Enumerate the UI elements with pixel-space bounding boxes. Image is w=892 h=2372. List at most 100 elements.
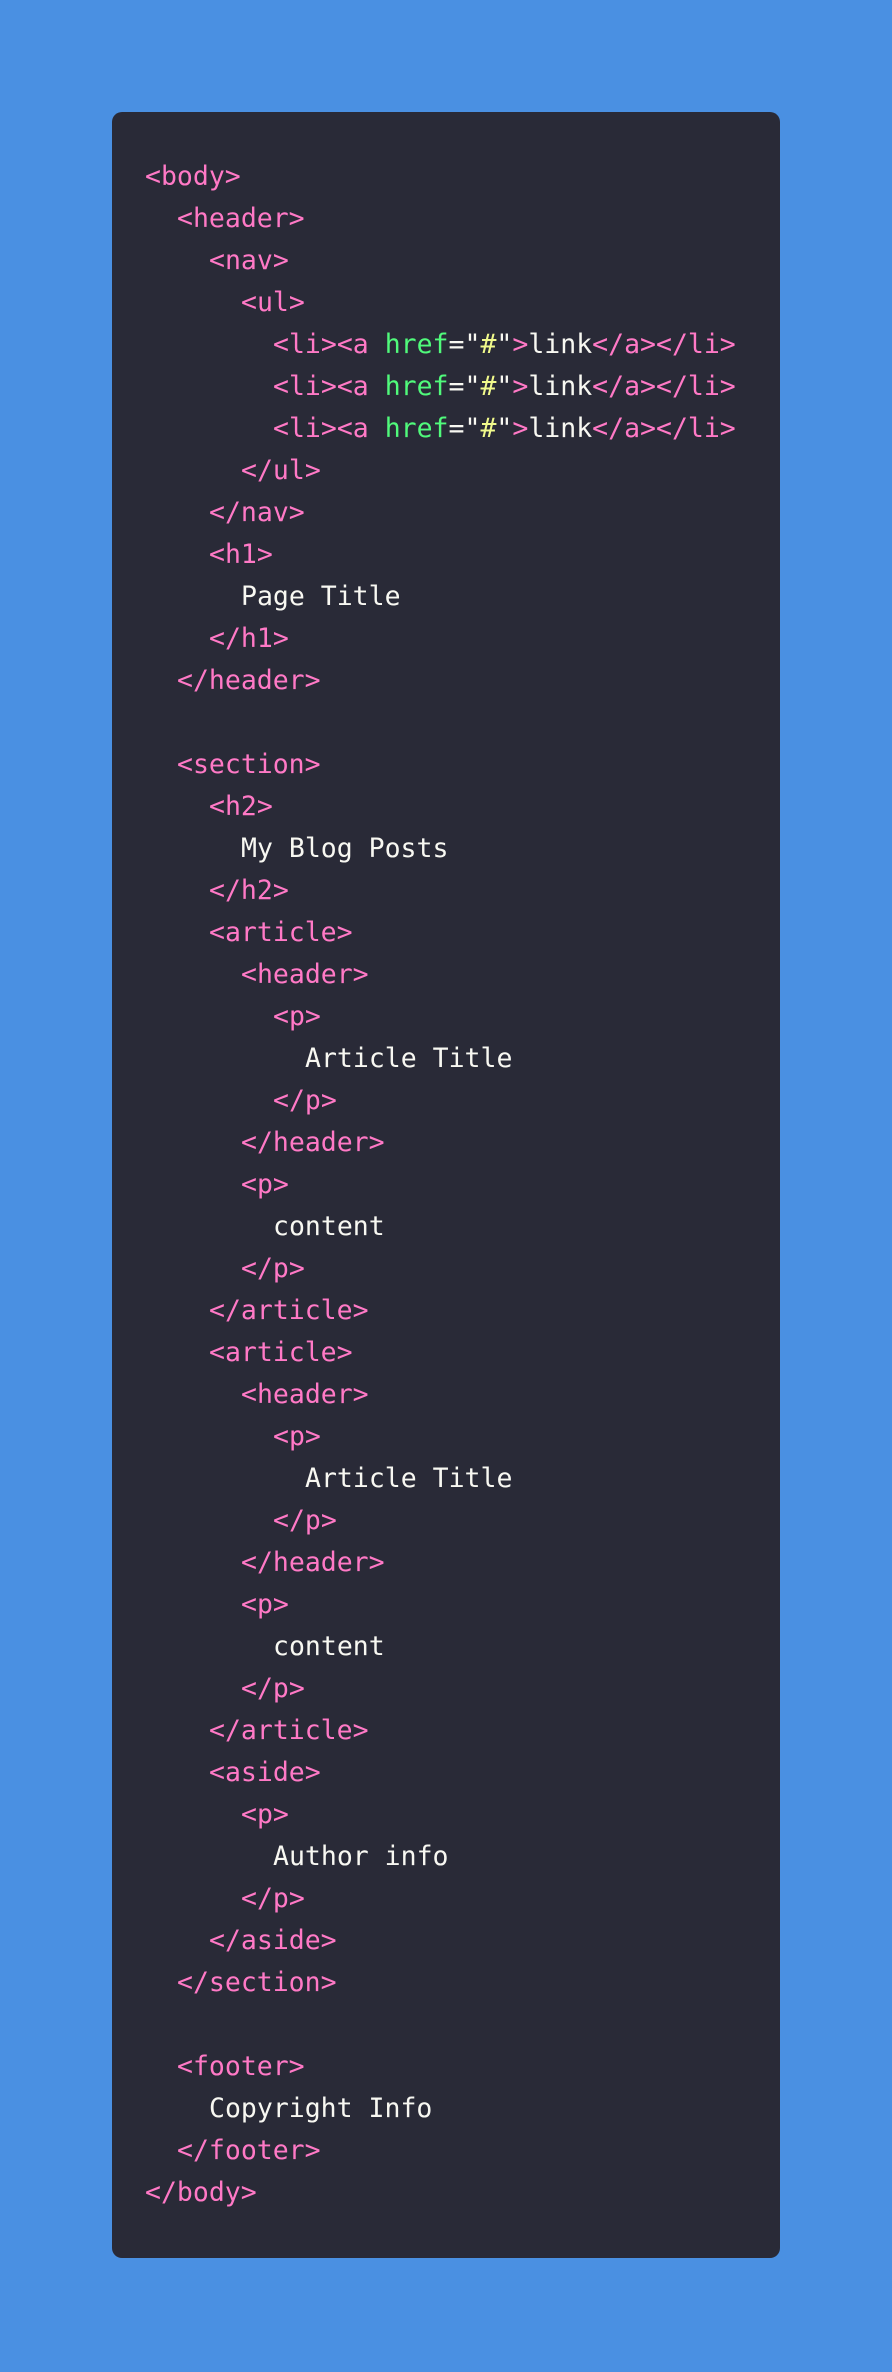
- code-line: </footer>: [145, 2130, 780, 2172]
- code-string-token: #: [480, 413, 497, 444]
- code-line: </aside>: [145, 1920, 780, 1962]
- code-tag-token: </section>: [177, 1967, 337, 1998]
- code-punctuation-token: =": [448, 329, 481, 360]
- code-tag-token: </footer>: [177, 2135, 321, 2166]
- code-line: content: [145, 1626, 780, 1668]
- code-tag-token: <header>: [241, 959, 369, 990]
- code-tag-token: </article>: [209, 1295, 369, 1326]
- code-line: </p>: [145, 1878, 780, 1920]
- code-tag-token: </aside>: [209, 1925, 337, 1956]
- code-line: <header>: [145, 1374, 780, 1416]
- code-line: <header>: [145, 954, 780, 996]
- code-text-token: link: [528, 371, 593, 402]
- code-tag-token: >: [512, 371, 529, 402]
- code-line: </header>: [145, 1542, 780, 1584]
- code-line: </article>: [145, 1710, 780, 1752]
- code-line: </p>: [145, 1248, 780, 1290]
- code-line: <p>: [145, 1794, 780, 1836]
- code-line: <p>: [145, 1416, 780, 1458]
- code-tag-token: </header>: [241, 1547, 385, 1578]
- code-punctuation-token: ": [496, 329, 513, 360]
- code-tag-token: <header>: [241, 1379, 369, 1410]
- code-attribute-token: href: [384, 371, 449, 402]
- code-tag-token: <aside>: [209, 1757, 321, 1788]
- code-tag-token: </p>: [241, 1883, 305, 1914]
- code-line: </p>: [145, 1668, 780, 1710]
- code-text-token: link: [528, 413, 593, 444]
- code-tag-token: <p>: [241, 1169, 289, 1200]
- code-string-token: #: [480, 329, 497, 360]
- code-tag-token: </nav>: [209, 497, 305, 528]
- code-tag-token: </a></li>: [592, 413, 736, 444]
- code-tag-token: </h1>: [209, 623, 289, 654]
- code-line: <body>: [145, 156, 780, 198]
- code-line: <p>: [145, 1164, 780, 1206]
- code-tag-token: </p>: [241, 1673, 305, 1704]
- code-tag-token: <footer>: [177, 2051, 305, 2082]
- code-tag-token: </p>: [273, 1085, 337, 1116]
- code-line: <ul>: [145, 282, 780, 324]
- code-tag-token: <li><a: [273, 371, 385, 402]
- code-text-token: content: [273, 1211, 385, 1242]
- code-tag-token: <nav>: [209, 245, 289, 276]
- code-tag-token: <article>: [209, 917, 353, 948]
- code-text-token: My Blog Posts: [241, 833, 449, 864]
- code-line: <aside>: [145, 1752, 780, 1794]
- code-line: <article>: [145, 1332, 780, 1374]
- code-tag-token: >: [512, 413, 529, 444]
- code-tag-token: <p>: [273, 1001, 321, 1032]
- code-line: <header>: [145, 198, 780, 240]
- code-line: </h1>: [145, 618, 780, 660]
- code-tag-token: <h2>: [209, 791, 273, 822]
- code-line: Article Title: [145, 1038, 780, 1080]
- code-line: <li><a href="#">link</a></li>: [145, 324, 780, 366]
- code-tag-token: <header>: [177, 203, 305, 234]
- code-line: <footer>: [145, 2046, 780, 2088]
- code-line: </p>: [145, 1500, 780, 1542]
- code-text-token: Author info: [273, 1841, 449, 1872]
- code-tag-token: <p>: [241, 1589, 289, 1620]
- code-line: </article>: [145, 1290, 780, 1332]
- code-tag-token: </article>: [209, 1715, 369, 1746]
- code-panel: <body> <header> <nav> <ul> <li><a href="#">l…: [112, 112, 780, 2258]
- code-tag-token: </p>: [241, 1253, 305, 1284]
- code-line: <section>: [145, 744, 780, 786]
- code-line: </header>: [145, 660, 780, 702]
- code-attribute-token: href: [384, 329, 449, 360]
- code-line: </h2>: [145, 870, 780, 912]
- code-line: </ul>: [145, 450, 780, 492]
- code-line: <p>: [145, 1584, 780, 1626]
- code-line: Author info: [145, 1836, 780, 1878]
- code-line: <h1>: [145, 534, 780, 576]
- code-tag-token: <h1>: [209, 539, 273, 570]
- code-line: <nav>: [145, 240, 780, 282]
- code-line: <h2>: [145, 786, 780, 828]
- code-tag-token: <p>: [273, 1421, 321, 1452]
- code-text-token: Article Title: [305, 1463, 513, 1494]
- code-tag-token: <li><a: [273, 413, 385, 444]
- code-line: </section>: [145, 1962, 780, 2004]
- code-tag-token: </a></li>: [592, 329, 736, 360]
- code-line: Article Title: [145, 1458, 780, 1500]
- code-line: <li><a href="#">link</a></li>: [145, 366, 780, 408]
- code-tag-token: <p>: [241, 1799, 289, 1830]
- code-tag-token: </a></li>: [592, 371, 736, 402]
- code-punctuation-token: ": [496, 371, 513, 402]
- code-tag-token: <section>: [177, 749, 321, 780]
- code-tag-token: >: [512, 329, 529, 360]
- code-line: </nav>: [145, 492, 780, 534]
- code-line: <p>: [145, 996, 780, 1038]
- code-tag-token: </h2>: [209, 875, 289, 906]
- code-tag-token: </ul>: [241, 455, 321, 486]
- code-punctuation-token: =": [448, 371, 481, 402]
- code-tag-token: </header>: [177, 665, 321, 696]
- code-punctuation-token: =": [448, 413, 481, 444]
- code-line: </p>: [145, 1080, 780, 1122]
- code-text-token: content: [273, 1631, 385, 1662]
- code-line: <li><a href="#">link</a></li>: [145, 408, 780, 450]
- code-tag-token: </p>: [273, 1505, 337, 1536]
- code-line: Copyright Info: [145, 2088, 780, 2130]
- code-line: My Blog Posts: [145, 828, 780, 870]
- code-text-token: Page Title: [241, 581, 401, 612]
- code-block: <body> <header> <nav> <ul> <li><a href="#">l…: [145, 156, 780, 2214]
